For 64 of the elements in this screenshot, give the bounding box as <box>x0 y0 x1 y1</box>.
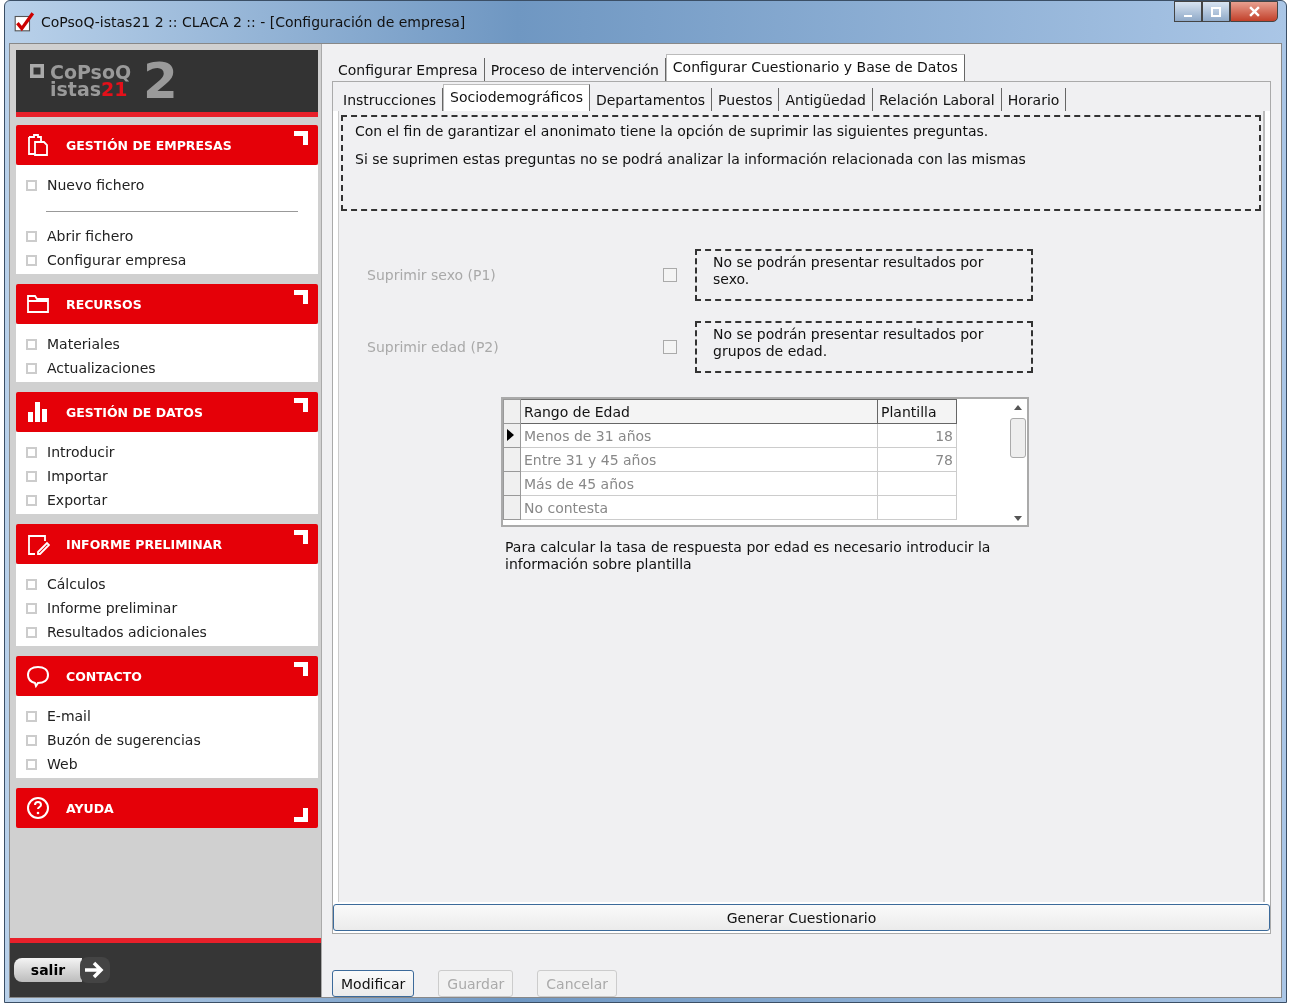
note-box: No se podrán presentar resultados por grupos de edad. <box>695 321 1033 373</box>
table-cell: 18 <box>877 423 957 448</box>
minimize-icon <box>1184 14 1192 17</box>
menu-item[interactable]: Introducir <box>16 440 318 464</box>
corner-icon <box>294 131 308 145</box>
option-label: Suprimir edad (P2) <box>366 339 500 355</box>
arrow-right-icon <box>80 957 110 983</box>
section-header[interactable]: GESTIÓN DE EMPRESAS <box>16 125 318 165</box>
window-title: CoPsoQ-istas21 2 :: CLACA 2 :: - [Configuración de empresa] <box>41 14 467 30</box>
row-pointer-icon <box>506 428 514 441</box>
logo-text: CoPsoQ <box>50 64 132 81</box>
maximize-icon <box>1211 6 1221 17</box>
tab[interactable]: Sociodemográficos <box>443 84 590 111</box>
info-text: Si se suprimen estas preguntas no se podrá analizar la información relacionada con las mismas <box>355 151 1027 167</box>
tab[interactable]: Configurar Cuestionario y Base de Datos <box>665 54 965 81</box>
corner-icon <box>294 662 308 676</box>
note-box: No se podrán presentar resultados por sexo. <box>695 249 1033 301</box>
menu-item[interactable]: Materiales <box>16 332 318 356</box>
menu-item[interactable]: Exportar <box>16 488 318 512</box>
table-cell: Menos de 31 años <box>520 423 878 448</box>
help-icon <box>26 796 50 820</box>
logo-square-icon <box>30 64 44 78</box>
app-check-icon <box>13 11 35 33</box>
menu-item[interactable]: Cálculos <box>16 572 318 596</box>
logo-version: 2 <box>143 52 178 110</box>
clipboard-icon <box>26 133 50 157</box>
table-cell: Entre 31 y 45 años <box>520 447 878 472</box>
minimize-button[interactable] <box>1174 1 1202 22</box>
menu-item[interactable]: Configurar empresa <box>16 248 318 272</box>
menu-item[interactable]: Importar <box>16 464 318 488</box>
logo-text: istas21 <box>50 81 128 98</box>
action-button[interactable]: Modificar <box>332 970 415 997</box>
menu-item[interactable]: E-mail <box>16 704 318 728</box>
menu-item[interactable]: Abrir fichero <box>16 224 318 248</box>
menu-item[interactable]: Actualizaciones <box>16 356 318 380</box>
close-button[interactable] <box>1230 1 1278 22</box>
menu-item[interactable]: Resultados adicionales <box>16 620 318 644</box>
table-cell: 78 <box>877 447 957 472</box>
menu-item[interactable]: Informe preliminar <box>16 596 318 620</box>
section-header[interactable]: RECURSOS <box>16 284 318 324</box>
corner-icon <box>294 290 308 304</box>
close-icon <box>1248 6 1260 17</box>
speech-bubble-icon <box>26 664 50 688</box>
maximize-button[interactable] <box>1202 1 1230 22</box>
generate-button[interactable]: Generar Cuestionario <box>333 904 1270 931</box>
menu-item[interactable]: Web <box>16 752 318 776</box>
menu-item[interactable]: Nuevo fichero <box>16 173 318 197</box>
table-cell: No contesta <box>520 495 878 520</box>
corner-icon <box>294 530 308 544</box>
section-header[interactable]: CONTACTO <box>16 656 318 696</box>
section-header[interactable]: INFORME PRELIMINAR <box>16 524 318 564</box>
note-pencil-icon <box>26 532 50 556</box>
bar-chart-icon <box>26 400 50 424</box>
info-text: Con el fin de garantizar el anonimato tiene la opción de suprimir las siguientes preguntas. <box>355 123 990 139</box>
table-cell: Más de 45 años <box>520 471 878 496</box>
exit-button[interactable]: salir <box>14 958 82 982</box>
section-header[interactable]: AYUDA <box>16 788 318 828</box>
table-note: Para calcular la tasa de respuesta por edad es necesario introducir la información sobre plantilla <box>505 539 992 573</box>
option-label: Suprimir sexo (P1) <box>366 267 497 283</box>
folder-icon <box>26 292 50 316</box>
corner-icon <box>294 398 308 412</box>
menu-item[interactable]: Buzón de sugerencias <box>16 728 318 752</box>
corner-icon <box>294 808 308 822</box>
section-header[interactable]: GESTIÓN DE DATOS <box>16 392 318 432</box>
